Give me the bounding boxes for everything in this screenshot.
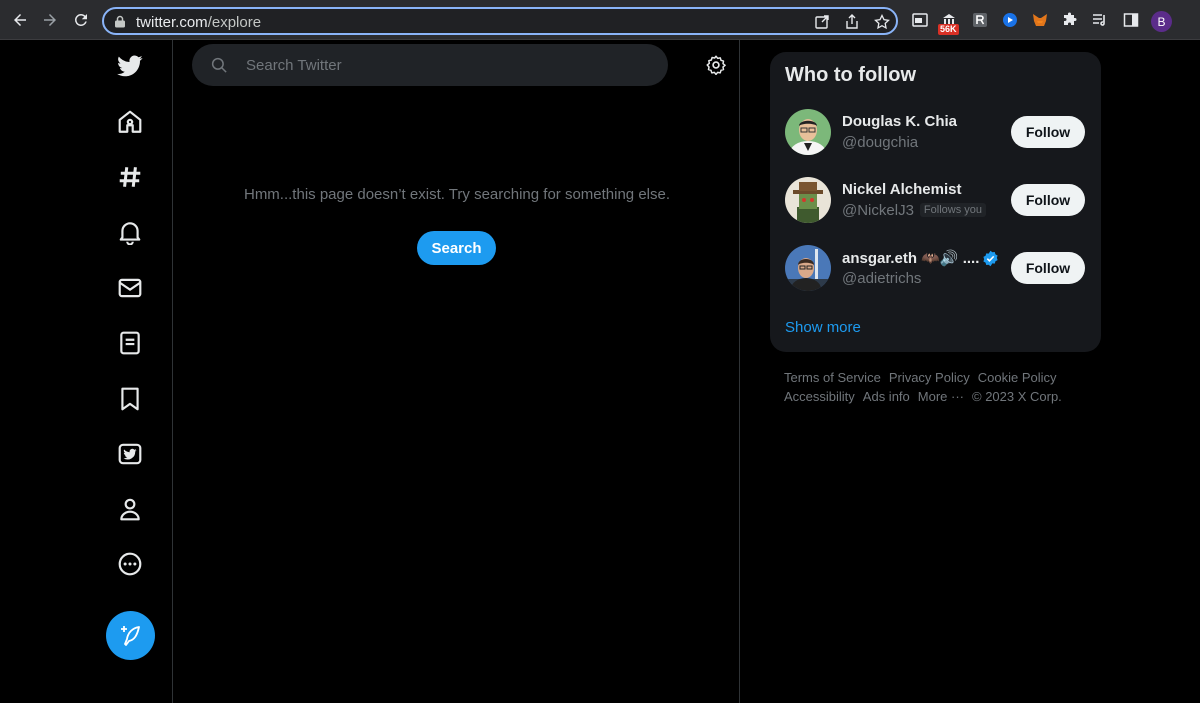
nav-twitter-blue[interactable] [116, 440, 144, 468]
forward-button[interactable] [40, 10, 60, 30]
footer-links: Terms of Service Privacy Policy Cookie Pol… [784, 368, 1094, 406]
bell-icon [119, 222, 141, 245]
user-handle: @NickelJ3 Follows you [842, 202, 986, 219]
compose-tweet-icon [120, 625, 140, 646]
nav-more[interactable] [116, 550, 144, 578]
back-button[interactable] [10, 10, 30, 30]
user-avatar-image [785, 177, 831, 223]
reload-button[interactable] [71, 10, 91, 30]
settings-gear-icon[interactable] [706, 55, 726, 75]
show-more-link[interactable]: Show more [785, 319, 861, 336]
playlist-icon [1093, 14, 1105, 26]
avatar[interactable] [785, 245, 831, 291]
r-extension[interactable] [971, 11, 989, 29]
nav-home[interactable] [116, 108, 144, 136]
lock-icon [115, 15, 125, 28]
main-column: Hmm...this page doesn’t exist. Try searc… [174, 40, 740, 703]
arrow-left-icon [14, 14, 26, 26]
side-panel-icon [1123, 13, 1139, 27]
user-avatar-image [785, 245, 831, 291]
bookmark-star-icon[interactable] [874, 14, 890, 30]
play-extension[interactable] [1001, 11, 1019, 29]
avatar[interactable] [785, 109, 831, 155]
avatar[interactable] [785, 177, 831, 223]
profile-avatar[interactable]: B [1151, 11, 1172, 32]
search-button[interactable]: Search [417, 231, 496, 265]
twitter-logo-icon [117, 55, 143, 77]
user-handle-text[interactable]: @NickelJ3 [842, 202, 914, 219]
user-name[interactable]: Douglas K. Chia [842, 113, 957, 130]
who-to-follow-card: Who to follow Douglas K. Chia @dougchia … [770, 52, 1101, 352]
url-path: /explore [207, 14, 262, 31]
share-icon[interactable] [844, 14, 860, 30]
open-in-new-window-icon[interactable] [814, 14, 830, 30]
play-circle-icon [1003, 13, 1017, 27]
compose-tweet-button[interactable] [106, 611, 155, 660]
bookmark-icon [121, 387, 139, 411]
nav-bookmarks[interactable] [116, 385, 144, 413]
left-sidebar [0, 40, 173, 703]
user-name[interactable]: Nickel Alchemist [842, 181, 962, 198]
more-circle-icon [118, 552, 142, 576]
arrow-right-icon [44, 14, 56, 26]
footer-link-more[interactable]: More ··· [918, 389, 964, 404]
follow-suggestion[interactable]: Douglas K. Chia @dougchia Follow [770, 109, 1101, 177]
profile-icon [120, 498, 140, 521]
search-input[interactable] [246, 44, 646, 86]
footer-link-privacy[interactable]: Privacy Policy [889, 370, 970, 385]
search-icon [211, 57, 227, 73]
user-avatar-image [785, 109, 831, 155]
reading-list-button[interactable] [1091, 11, 1109, 29]
verified-badge-icon [983, 250, 998, 267]
mail-icon [118, 278, 142, 298]
twitter-logo-link[interactable] [116, 52, 144, 80]
nav-profile[interactable] [116, 495, 144, 523]
extension-badge: 56K [938, 24, 959, 35]
empty-state-message: Hmm...this page doesn’t exist. Try searc… [243, 186, 671, 203]
user-handle[interactable]: @adietrichs [842, 270, 921, 287]
nav-explore[interactable] [116, 163, 144, 191]
lists-icon [120, 331, 140, 355]
footer-link-accessibility[interactable]: Accessibility [784, 389, 855, 404]
side-panel-button[interactable] [1122, 11, 1140, 29]
browser-toolbar: twitter.com/explore 56K B [0, 0, 1200, 40]
home-icon [118, 110, 142, 133]
follow-suggestion[interactable]: ansgar.eth 🦇🔊 .... @adietrichs Follow [770, 245, 1101, 313]
nav-notifications[interactable] [116, 218, 144, 246]
follow-button[interactable]: Follow [1011, 252, 1085, 284]
metamask-extension[interactable] [1031, 11, 1049, 29]
twitter-blue-icon [118, 443, 142, 465]
user-handle[interactable]: @dougchia [842, 134, 918, 151]
url-host: twitter.com [136, 14, 208, 31]
address-url: twitter.com/explore [136, 14, 261, 31]
who-to-follow-title: Who to follow [785, 64, 917, 86]
footer-link-cookies[interactable]: Cookie Policy [978, 370, 1057, 385]
puzzle-icon [1064, 12, 1077, 25]
window-icon [912, 13, 928, 27]
follow-button[interactable]: Follow [1011, 184, 1085, 216]
follow-button[interactable]: Follow [1011, 116, 1085, 148]
nav-messages[interactable] [116, 274, 144, 302]
r-letter-icon [973, 13, 987, 27]
nav-lists[interactable] [116, 329, 144, 357]
address-bar[interactable]: twitter.com/explore [102, 7, 898, 35]
reload-icon [74, 13, 87, 26]
footer-link-terms[interactable]: Terms of Service [784, 370, 881, 385]
extensions-button[interactable] [1061, 11, 1079, 29]
follow-suggestion[interactable]: Nickel Alchemist @NickelJ3 Follows you Fo… [770, 177, 1101, 245]
hashtag-icon [119, 167, 141, 187]
tab-search-extension[interactable] [911, 11, 929, 29]
footer-copyright: © 2023 X Corp. [972, 389, 1062, 404]
fox-icon [1033, 14, 1047, 26]
user-name[interactable]: ansgar.eth 🦇🔊 .... [842, 249, 979, 267]
footer-link-ads-info[interactable]: Ads info [863, 389, 910, 404]
search-box[interactable] [192, 44, 668, 86]
follows-you-badge: Follows you [919, 203, 986, 217]
